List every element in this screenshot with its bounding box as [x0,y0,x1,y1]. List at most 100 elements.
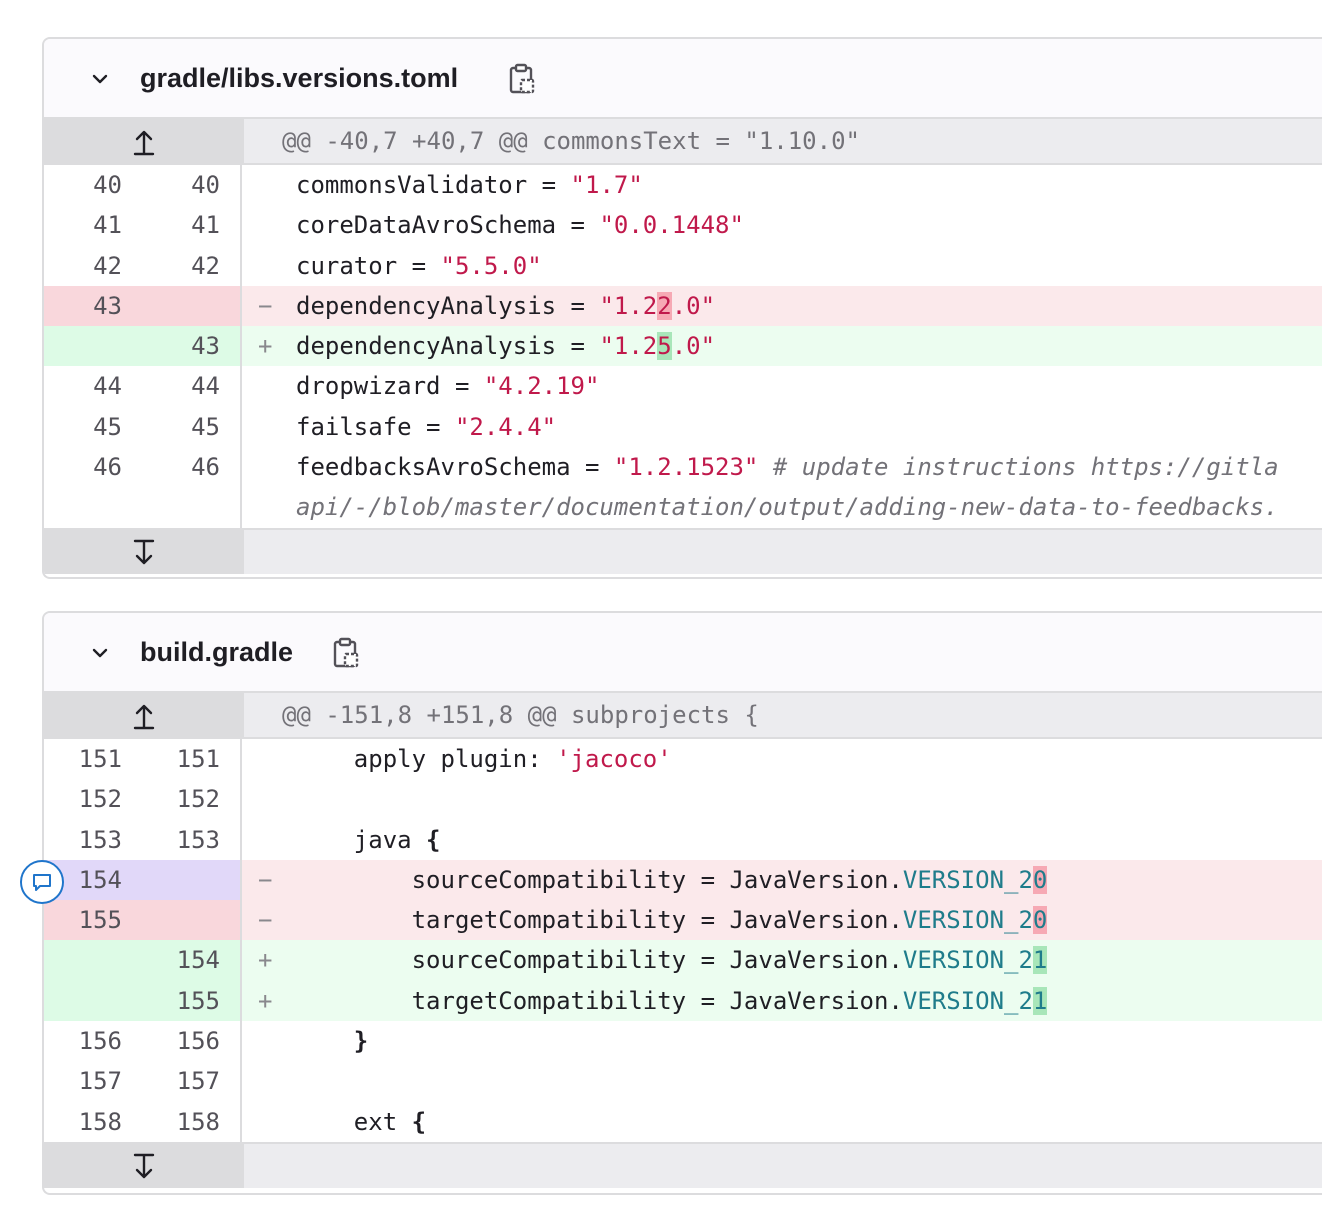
old-line-number[interactable]: 157 [44,1061,142,1101]
diff-line: 44 44 dropwizard = "4.2.19" [44,366,1322,407]
inline-change-highlight: 1 [1032,986,1048,1015]
minus-sign: − [258,291,273,320]
minus-sign: − [258,865,273,894]
old-line-number[interactable]: 46 [44,447,142,528]
diff-line: 42 42 curator = "5.5.0" [44,245,1322,286]
new-line-number[interactable]: 155 [142,980,242,1022]
expand-down-icon[interactable] [132,1152,156,1182]
old-line-number[interactable]: 151 [44,739,142,779]
expand-down-gutter[interactable] [44,527,244,574]
new-line-number[interactable]: 40 [142,165,242,206]
new-line-number[interactable]: 153 [142,819,242,860]
diff-line-removed: 155 − targetCompatibility = JavaVersion.… [44,900,1322,941]
expand-up-icon[interactable] [132,127,156,157]
code-text: ext { [296,1107,427,1136]
new-line-number[interactable]: 41 [142,205,242,246]
old-line-number[interactable]: 41 [44,205,142,245]
expand-up-gutter[interactable] [44,119,244,165]
old-line-number[interactable]: 152 [44,779,142,819]
old-line-number[interactable] [44,980,142,1022]
expand-up-icon[interactable] [132,701,156,731]
key-text: feedbacksAvroSchema = [296,453,614,482]
string-value: "5.5.0" [440,251,542,280]
key-text: curator = [296,251,441,280]
line-content: commonsValidator = "1.7" [242,165,1322,205]
old-line-number[interactable]: 42 [44,246,142,286]
copy-file-path-icon[interactable] [508,63,536,97]
comment-wrap-text: api/-/blob/master/documentation/output/a… [296,493,1279,522]
hunk-footer-bar [244,527,1322,574]
minus-sign: − [258,906,273,935]
expand-down-gutter[interactable] [44,1141,244,1188]
chevron-down-icon[interactable] [88,67,112,91]
old-line-number[interactable]: 43 [44,285,142,327]
new-line-number[interactable]: 158 [142,1101,242,1142]
new-line-number[interactable]: 45 [142,406,242,448]
new-line-number[interactable]: 152 [142,779,242,820]
inline-change-highlight: 5 [657,332,672,361]
copy-file-path-icon[interactable] [332,637,360,671]
file-header: build.gradle [44,613,1322,693]
add-comment-button[interactable] [20,860,64,904]
diff-line: 40 40 commonsValidator = "1.7" [44,165,1322,206]
expand-up-gutter[interactable] [44,693,244,739]
new-line-number[interactable]: 43 [142,326,242,367]
diff-line: 46 46 feedbacksAvroSchema = "1.2.1523" #… [44,447,1322,528]
old-line-number[interactable]: 44 [44,366,142,406]
old-line-number[interactable]: 45 [44,407,142,447]
key-text: dependencyAnalysis = [296,291,600,320]
hunk-header: @@ -40,7 +40,7 @@ commonsText = "1.10.0" [44,119,1322,165]
inline-change-highlight: 0 [1032,906,1048,935]
diff-line-added: 43 + dependencyAnalysis = "1.25.0" [44,326,1322,367]
file-header: gradle/libs.versions.toml [44,39,1322,119]
code-text: sourceCompatibility = JavaVersion. [296,865,903,894]
line-content: − dependencyAnalysis = "1.22.0" [242,285,1322,327]
key-text: failsafe = [296,412,455,441]
old-line-number[interactable]: 40 [44,165,142,205]
new-line-number[interactable] [142,900,242,941]
new-line-number[interactable]: 44 [142,366,242,407]
old-line-number[interactable]: 156 [44,1021,142,1061]
diff-line: 45 45 failsafe = "2.4.4" [44,406,1322,448]
hunk-header-text: @@ -40,7 +40,7 @@ commonsText = "1.10.0" [244,119,1322,165]
new-line-number[interactable]: 46 [142,447,242,528]
string-value: 'jacoco' [556,745,672,773]
old-line-number[interactable] [44,940,142,981]
constant-text: VERSION_2 [902,986,1033,1015]
file-path[interactable]: gradle/libs.versions.toml [140,63,458,94]
string-value: "1.2.1523" [613,453,759,482]
key-text: commonsValidator = [296,171,571,199]
line-content [242,1061,1322,1101]
line-content: − sourceCompatibility = JavaVersion.VERS… [242,859,1322,901]
line-content: apply plugin: 'jacoco' [242,739,1322,779]
old-line-number[interactable] [44,326,142,367]
line-content: ext { [242,1102,1322,1142]
file-path[interactable]: build.gradle [140,637,293,668]
new-line-number[interactable]: 156 [142,1021,242,1062]
constant-text: VERSION_2 [902,946,1033,975]
new-line-number[interactable] [142,285,242,327]
new-line-number[interactable]: 157 [142,1061,242,1102]
string-value: "1.22.0" [599,291,716,320]
plus-sign: + [258,986,273,1015]
line-content: + dependencyAnalysis = "1.25.0" [242,326,1322,367]
code-text: sourceCompatibility = JavaVersion. [296,946,903,975]
old-line-number[interactable]: 155 [44,900,142,941]
key-text: coreDataAvroSchema = [296,211,600,240]
new-line-number[interactable] [142,859,242,901]
string-value: "1.7" [570,171,643,199]
comment-icon [33,874,51,891]
diff-line: 151 151 apply plugin: 'jacoco' [44,739,1322,780]
line-content: + sourceCompatibility = JavaVersion.VERS… [242,940,1322,981]
diff-line-removed: 43 − dependencyAnalysis = "1.22.0" [44,285,1322,327]
new-line-number[interactable]: 154 [142,940,242,981]
inline-change-highlight: 2 [657,291,672,320]
key-text: dropwizard = [296,372,484,401]
comment-text: # update instructions https://gitla [758,453,1279,482]
expand-down-icon[interactable] [132,538,156,568]
new-line-number[interactable]: 42 [142,245,242,286]
new-line-number[interactable]: 151 [142,739,242,780]
old-line-number[interactable]: 158 [44,1102,142,1142]
chevron-down-icon[interactable] [88,641,112,665]
old-line-number[interactable]: 153 [44,820,142,860]
